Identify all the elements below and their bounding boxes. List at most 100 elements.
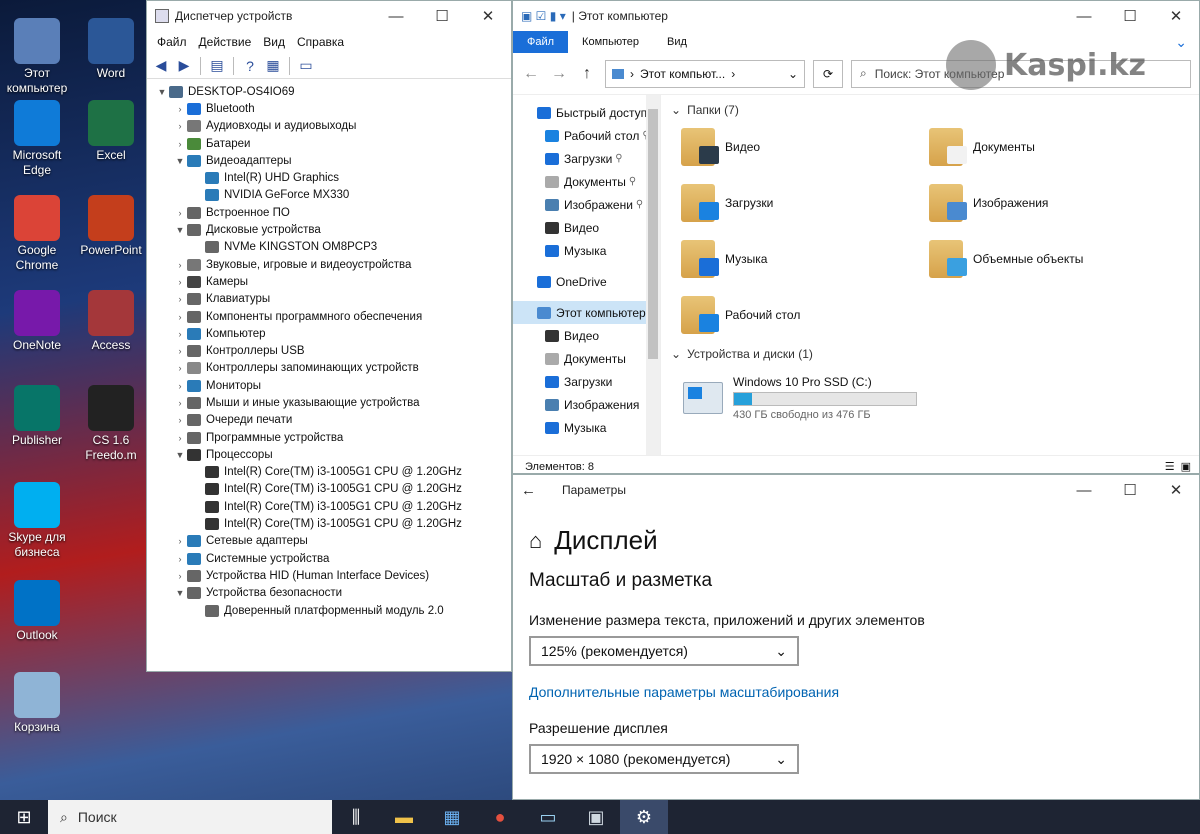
advanced-scaling-link[interactable]: Дополнительные параметры масштабирования	[529, 684, 1199, 700]
nav-item[interactable]: Музыка	[513, 416, 660, 439]
back-arrow-icon[interactable]: ←	[521, 482, 536, 499]
chevron-down-icon[interactable]: ▼	[173, 225, 187, 235]
chevron-right-icon[interactable]: ›	[173, 312, 187, 322]
menu-item[interactable]: Вид	[257, 35, 291, 49]
chevron-down-icon[interactable]: ⌄	[788, 67, 798, 81]
maximize-button[interactable]: ☐	[1107, 1, 1153, 31]
desktop-icon[interactable]: Access	[76, 290, 146, 353]
forward-arrow-icon[interactable]: →	[549, 65, 569, 83]
tree-device[interactable]: Intel(R) Core(TM) i3-1005G1 CPU @ 1.20GH…	[155, 515, 511, 532]
tree-category[interactable]: › Аудиовходы и аудиовыходы	[155, 118, 511, 135]
folder-item[interactable]: Видео	[681, 127, 929, 167]
tree-category[interactable]: › Сетевые адаптеры	[155, 533, 511, 550]
desktop-icon[interactable]: Google Chrome	[2, 195, 72, 273]
chevron-right-icon[interactable]: ›	[173, 121, 187, 131]
task-view-icon[interactable]: ⫼	[332, 800, 380, 834]
tree-category[interactable]: › Батареи	[155, 135, 511, 152]
chevron-right-icon[interactable]: ›	[173, 139, 187, 149]
nav-item[interactable]: Изображения	[513, 393, 660, 416]
chevron-right-icon[interactable]: ›	[173, 260, 187, 270]
tree-category[interactable]: › Камеры	[155, 273, 511, 290]
tree-device[interactable]: NVMe KINGSTON OM8PCP3	[155, 239, 511, 256]
tree-category[interactable]: ▼ Видеоадаптеры	[155, 152, 511, 169]
folder-item[interactable]: Музыка	[681, 239, 929, 279]
chevron-right-icon[interactable]: ›	[173, 277, 187, 287]
tree-device[interactable]: Intel(R) UHD Graphics	[155, 169, 511, 186]
desktop-icon[interactable]: PowerPoint	[76, 195, 146, 258]
chevron-right-icon[interactable]: ›	[173, 294, 187, 304]
tree-category[interactable]: › Компоненты программного обеспечения	[155, 308, 511, 325]
close-button[interactable]: ✕	[1153, 1, 1199, 31]
tree-device[interactable]: Intel(R) Core(TM) i3-1005G1 CPU @ 1.20GH…	[155, 498, 511, 515]
chevron-right-icon[interactable]: ›	[173, 329, 187, 339]
maximize-button[interactable]: ☐	[1107, 475, 1153, 505]
ribbon-tab[interactable]: Файл	[513, 31, 569, 53]
scrollbar[interactable]	[646, 95, 660, 455]
nav-item[interactable]: Документы ⚲	[513, 170, 660, 193]
tree-category[interactable]: › Звуковые, игровые и видеоустройства	[155, 256, 511, 273]
nav-item[interactable]: Загрузки	[513, 370, 660, 393]
view-icon[interactable]: ▦	[263, 56, 283, 76]
chevron-right-icon[interactable]: ›	[173, 208, 187, 218]
nav-item[interactable]: Этот компьютер	[513, 301, 660, 324]
back-arrow-icon[interactable]: ←	[521, 65, 541, 83]
drive-item[interactable]: Windows 10 Pro SSD (C:) 430 ГБ свободно …	[671, 365, 1199, 421]
settings-icon[interactable]: ⚙	[620, 800, 668, 834]
nav-item[interactable]: Музыка	[513, 239, 660, 262]
start-button[interactable]: ⊞	[0, 800, 48, 834]
tree-category[interactable]: › Клавиатуры	[155, 291, 511, 308]
file-explorer-icon[interactable]: ▬	[380, 800, 428, 834]
nav-item[interactable]: Изображени ⚲	[513, 193, 660, 216]
folder-item[interactable]: Рабочий стол	[681, 295, 929, 335]
nav-item[interactable]: Видео	[513, 216, 660, 239]
chevron-right-icon[interactable]: ›	[173, 415, 187, 425]
tree-category[interactable]: › Системные устройства	[155, 550, 511, 567]
close-button[interactable]: ✕	[1153, 475, 1199, 505]
nav-item[interactable]: Рабочий стол⚲	[513, 124, 660, 147]
desktop-icon[interactable]: Microsoft Edge	[2, 100, 72, 178]
ribbon-tab[interactable]: Вид	[653, 31, 701, 53]
minimize-button[interactable]: —	[1061, 475, 1107, 505]
drives-group-header[interactable]: ⌄ Устройства и диски (1)	[671, 343, 1199, 365]
details-view-icon[interactable]: ☰	[1165, 460, 1175, 473]
tree-category[interactable]: › Встроенное ПО	[155, 204, 511, 221]
tree-root[interactable]: ▼ DESKTOP-OS4IO69	[155, 83, 511, 100]
menu-item[interactable]: Действие	[193, 35, 258, 49]
tree-category[interactable]: › Мониторы	[155, 377, 511, 394]
tree-category[interactable]: › Очереди печати	[155, 412, 511, 429]
chevron-right-icon[interactable]: ›	[173, 363, 187, 373]
folder-item[interactable]: Документы	[929, 127, 1177, 167]
chevron-down-icon[interactable]: ▼	[173, 156, 187, 166]
device-manager-icon[interactable]: ▭	[524, 800, 572, 834]
nav-item[interactable]: OneDrive	[513, 270, 660, 293]
chevron-right-icon[interactable]: ›	[173, 433, 187, 443]
taskbar-search[interactable]: ⌕ Поиск	[48, 800, 332, 834]
tree-category[interactable]: › Bluetooth	[155, 100, 511, 117]
tree-category[interactable]: › Контроллеры USB	[155, 342, 511, 359]
close-button[interactable]: ✕	[465, 1, 511, 31]
nav-item[interactable]: Видео	[513, 324, 660, 347]
resolution-dropdown[interactable]: 1920 × 1080 (рекомендуется) ⌄	[529, 744, 799, 774]
minimize-button[interactable]: —	[373, 1, 419, 31]
menu-item[interactable]: Файл	[151, 35, 193, 49]
desktop-icon[interactable]: CS 1.6 Freedo.m	[76, 385, 146, 463]
folders-group-header[interactable]: ⌄ Папки (7)	[671, 99, 1199, 121]
chevron-right-icon[interactable]: ›	[173, 398, 187, 408]
help-icon[interactable]: ?	[240, 56, 260, 76]
tree-category[interactable]: ▼ Устройства безопасности	[155, 585, 511, 602]
monitor-icon[interactable]: ▭	[296, 56, 316, 76]
tree-category[interactable]: › Устройства HID (Human Interface Devices…	[155, 567, 511, 584]
ribbon-tab[interactable]: Компьютер	[568, 31, 653, 53]
tree-device[interactable]: Доверенный платформенный модуль 2.0	[155, 602, 511, 619]
menu-item[interactable]: Справка	[291, 35, 350, 49]
chrome-icon[interactable]: ●	[476, 800, 524, 834]
store-icon[interactable]: ▦	[428, 800, 476, 834]
chevron-right-icon[interactable]: ›	[173, 536, 187, 546]
minimize-button[interactable]: —	[1061, 1, 1107, 31]
tree-category[interactable]: › Мыши и иные указывающие устройства	[155, 394, 511, 411]
scale-dropdown[interactable]: 125% (рекомендуется) ⌄	[529, 636, 799, 666]
scrollbar-thumb[interactable]	[648, 109, 658, 359]
forward-arrow-icon[interactable]: ▶	[174, 56, 194, 76]
chevron-right-icon[interactable]: ›	[173, 104, 187, 114]
chevron-down-icon[interactable]: ▼	[155, 87, 169, 97]
